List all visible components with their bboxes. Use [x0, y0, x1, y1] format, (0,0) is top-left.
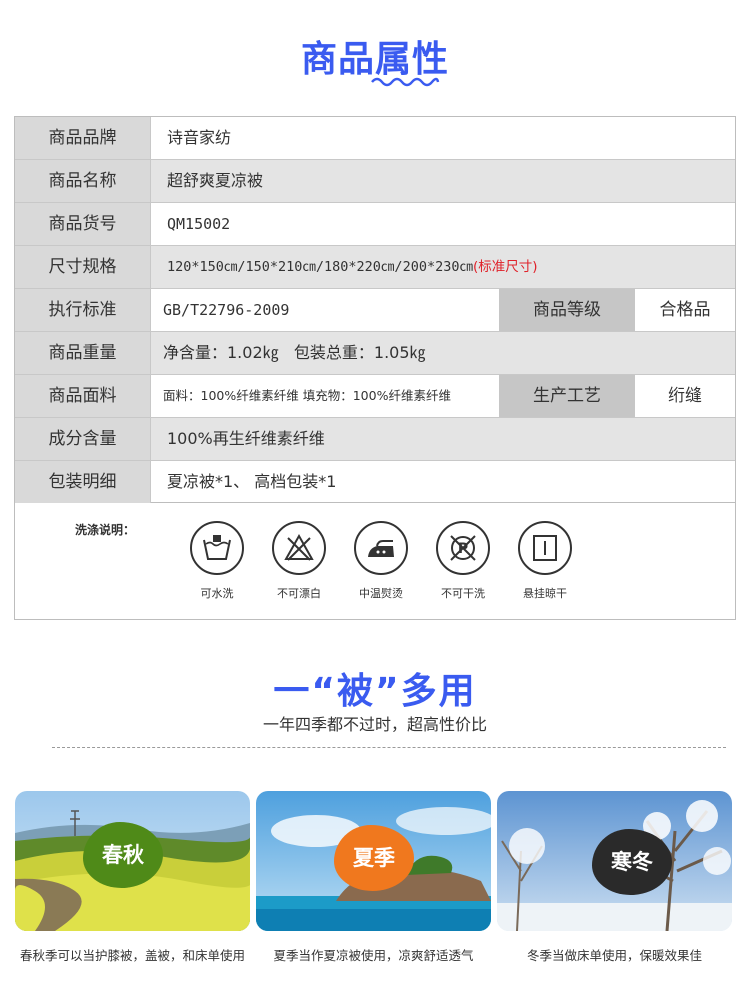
- care-label: 不可漂白: [277, 587, 321, 600]
- attribute-row-brand: 商品品牌 诗音家纺: [15, 117, 735, 160]
- attribute-label: 成分含量: [15, 418, 151, 460]
- attribute-value-secondary: 合格品: [635, 289, 735, 331]
- attribute-label-secondary: 商品等级: [499, 289, 635, 331]
- attribute-row-package: 包装明细 夏凉被*1、 高档包装*1: [15, 461, 735, 504]
- size-values: 120*150㎝/150*210㎝/180*220㎝/200*230㎝: [167, 259, 473, 275]
- attribute-label-secondary: 生产工艺: [499, 375, 635, 417]
- attribute-value-secondary: 绗缝: [635, 375, 735, 417]
- care-item: 悬挂晾干: [505, 521, 585, 601]
- washing-title: 洗涤说明：: [75, 523, 136, 537]
- care-label: 可水洗: [200, 587, 234, 600]
- attribute-row-sku: 商品货号 QM15002: [15, 203, 735, 246]
- attribute-label: 执行标准: [15, 289, 151, 331]
- attribute-value: 120*150㎝/150*210㎝/180*220㎝/200*230㎝(标准尺寸…: [151, 246, 735, 288]
- season-badge: 夏季: [334, 825, 414, 891]
- attribute-row-name: 商品名称 超舒爽夏凉被: [15, 160, 735, 203]
- care-label: 悬挂晾干: [523, 587, 567, 600]
- attribute-row-standard: 执行标准 GB/T22796-2009 商品等级 合格品: [15, 289, 735, 332]
- attribute-value: 面料：100%纤维素纤维 填充物：100%纤维素纤维: [163, 388, 451, 403]
- care-item: P 不可干洗: [423, 521, 503, 601]
- care-label: 中温熨烫: [359, 587, 403, 600]
- season-card-winter: 寒冬: [497, 791, 732, 931]
- care-item: 中温熨烫: [341, 521, 421, 601]
- season-card-summer: 夏季: [256, 791, 491, 931]
- dashed-divider: [52, 747, 726, 748]
- attribute-label: 商品名称: [15, 160, 151, 202]
- iron-medium-icon: [368, 540, 394, 557]
- season-caption: 冬季当做床单使用，保暖效果佳: [526, 948, 702, 963]
- section-title-uses: 一“被”多用: [273, 671, 477, 712]
- season-caption: 夏季当作夏凉被使用，凉爽舒适透气: [273, 948, 474, 963]
- no-bleach-icon: [284, 533, 314, 561]
- attribute-value: 诗音家纺: [167, 128, 232, 147]
- attribute-table: 商品品牌 诗音家纺 商品名称 超舒爽夏凉被 商品货号 QM15002 尺寸规格 …: [14, 116, 736, 503]
- season-card-spring-autumn: 春秋: [15, 791, 250, 931]
- attribute-value: GB/T22796-2009: [163, 301, 290, 319]
- season-caption: 春秋季可以当护膝被，盖被，和床单使用: [19, 948, 245, 963]
- attribute-label: 尺寸规格: [15, 246, 151, 288]
- care-item: 不可漂白: [259, 521, 339, 601]
- hand-wash-icon: [203, 535, 231, 560]
- attribute-row-composition: 成分含量 100%再生纤维素纤维: [15, 418, 735, 461]
- attribute-row-weight: 商品重量 净含量：1.02㎏ 包装总重：1.05㎏: [15, 332, 735, 375]
- attribute-row-fabric: 商品面料 面料：100%纤维素纤维 填充物：100%纤维素纤维 生产工艺 绗缝: [15, 375, 735, 418]
- season-badge: 春秋: [83, 822, 163, 888]
- attribute-label: 商品重量: [15, 332, 151, 374]
- attribute-label: 商品品牌: [15, 117, 151, 159]
- care-item: 可水洗: [177, 521, 257, 601]
- attribute-label: 商品货号: [15, 203, 151, 245]
- hang-dry-icon: [533, 535, 557, 561]
- size-note: (标准尺寸): [472, 259, 538, 275]
- no-dry-clean-icon: P: [450, 535, 476, 561]
- attribute-label: 包装明细: [15, 461, 151, 503]
- attribute-value: 净含量：1.02㎏ 包装总重：1.05㎏: [151, 332, 735, 374]
- attribute-row-size: 尺寸规格 120*150㎝/150*210㎝/180*220㎝/200*230㎝…: [15, 246, 735, 289]
- season-badge: 寒冬: [592, 829, 672, 895]
- care-label: 不可干洗: [441, 587, 485, 600]
- section-subtitle: 一年四季都不过时，超高性价比: [262, 715, 487, 734]
- washing-instructions: 洗涤说明： 可水洗 不可漂白 中温熨烫 不可干洗 悬挂晾干: [14, 503, 736, 620]
- attribute-value: QM15002: [167, 215, 231, 233]
- attribute-value: 超舒爽夏凉被: [151, 160, 735, 202]
- wave-decoration: [371, 77, 440, 87]
- attribute-value: 夏凉被*1、 高档包装*1: [167, 472, 337, 491]
- attribute-label: 商品面料: [15, 375, 151, 417]
- attribute-value: 100%再生纤维素纤维: [151, 418, 735, 460]
